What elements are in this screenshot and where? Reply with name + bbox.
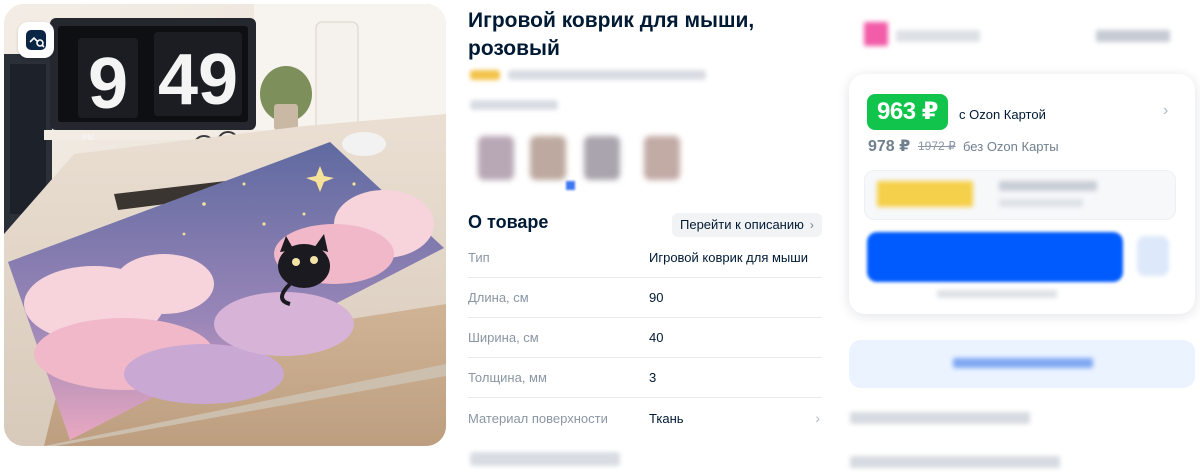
image-search-icon [26, 30, 46, 50]
spec-key: Толщина, мм [468, 370, 547, 385]
image-search-button[interactable] [18, 22, 54, 58]
more-specs-placeholder [470, 452, 620, 466]
spec-value: Игровой коврик для мыши [649, 250, 808, 265]
variant-thumb[interactable] [584, 136, 620, 180]
delivery-hint-placeholder [937, 290, 1057, 298]
spec-row: Тип Игровой коврик для мыши [468, 238, 822, 278]
installment-badge-placeholder [877, 181, 973, 207]
product-title: Игровой коврик для мыши, розовый [468, 9, 755, 60]
spec-value: 40 [649, 330, 664, 345]
with-ozon-card-label[interactable]: с Ozon Картой [959, 107, 1046, 122]
crossed-price: 1972 ₽ [918, 139, 956, 153]
chevron-right-icon[interactable]: › [1163, 102, 1168, 120]
share-placeholder[interactable] [1096, 30, 1170, 42]
variant-thumb[interactable] [644, 136, 680, 180]
clock-ampm: PM [82, 133, 94, 142]
clock-minutes: 49 [158, 40, 238, 120]
installment-subtext-placeholder [999, 199, 1083, 207]
promo-banner[interactable] [849, 340, 1195, 388]
add-to-cart-button[interactable] [867, 232, 1123, 282]
spec-key: Тип [468, 250, 490, 265]
seller-name-placeholder [896, 30, 980, 42]
installment-box[interactable] [864, 170, 1176, 220]
info-line-placeholder [850, 412, 1030, 424]
spec-key: Длина, см [468, 290, 529, 305]
ozon-card-price: 963 ₽ [867, 94, 948, 130]
reviews-placeholder[interactable] [508, 70, 706, 80]
spec-value: 90 [649, 290, 664, 305]
spec-row[interactable]: Материал поверхности Ткань › [468, 398, 822, 438]
favorite-button[interactable] [1137, 236, 1169, 276]
go-to-description-label: Перейти к описанию [680, 217, 804, 232]
spec-key: Ширина, см [468, 330, 539, 345]
clock-hours: 9 [88, 44, 128, 124]
spec-value: Ткань [649, 410, 684, 426]
installment-text-placeholder [999, 181, 1097, 191]
chevron-right-icon[interactable]: › [815, 410, 820, 426]
about-heading: О товаре [468, 212, 549, 232]
product-image-illustration: 9 49 PM [4, 4, 446, 446]
go-to-description-button[interactable]: Перейти к описанию › [672, 213, 822, 237]
spec-row: Ширина, см 40 [468, 318, 822, 358]
chevron-right-icon: › [809, 218, 814, 232]
questions-placeholder[interactable] [470, 100, 558, 110]
spec-table: Тип Игровой коврик для мыши Длина, см 90… [468, 238, 822, 438]
price-card: 963 ₽ с Ozon Картой › 978 ₽ 1972 ₽ без O… [849, 74, 1195, 314]
variant-thumb[interactable] [530, 136, 566, 180]
selected-variant-indicator [566, 181, 575, 190]
product-photo[interactable]: 9 49 PM [4, 4, 446, 446]
regular-price: 978 ₽ [868, 138, 911, 155]
spec-row: Длина, см 90 [468, 278, 822, 318]
spec-value: 3 [649, 370, 657, 385]
promo-banner-text-placeholder [953, 358, 1093, 368]
rating-placeholder [470, 70, 500, 80]
spec-key: Материал поверхности [468, 410, 608, 426]
variant-thumb[interactable] [478, 136, 514, 180]
info-line-placeholder [850, 456, 1060, 468]
without-card-label: без Ozon Карты [963, 139, 1059, 154]
seller-badge-placeholder [864, 22, 888, 46]
spec-row: Толщина, мм 3 [468, 358, 822, 398]
